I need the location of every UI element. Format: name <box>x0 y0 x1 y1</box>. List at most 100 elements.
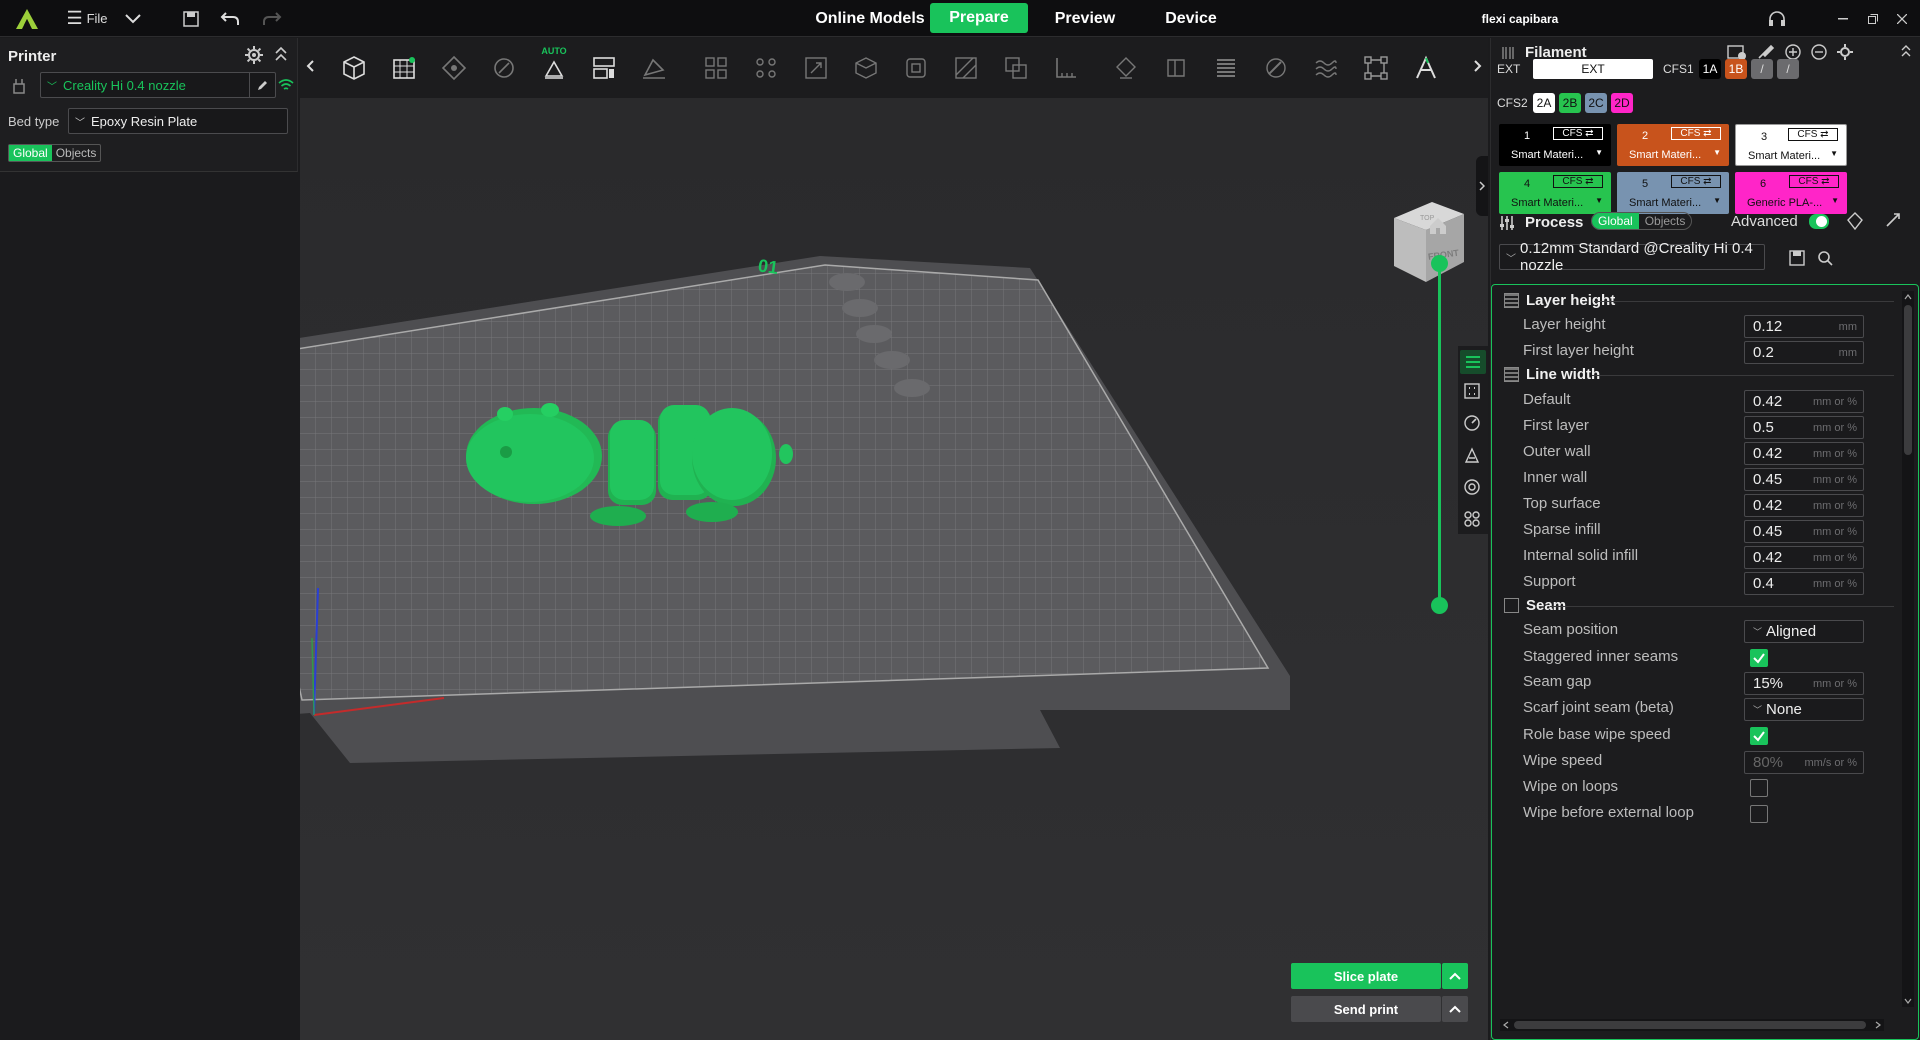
setting-input[interactable]: 0.42 mm or % <box>1744 390 1864 413</box>
setting-checkbox[interactable] <box>1750 727 1768 745</box>
layer-slider-track[interactable] <box>1438 258 1441 606</box>
setting-input[interactable]: 15% mm or % <box>1744 672 1864 695</box>
scroll-right-icon[interactable] <box>1872 1019 1884 1031</box>
setting-input[interactable]: 0.12 mm <box>1744 315 1864 338</box>
compare-icon[interactable] <box>1847 212 1863 230</box>
others-tab-icon[interactable] <box>1463 510 1481 528</box>
cfs1-slot-3[interactable]: / <box>1751 59 1773 79</box>
scale-icon[interactable] <box>796 48 836 88</box>
layer-slider-bottom-handle[interactable] <box>1431 597 1448 614</box>
brush-icon[interactable] <box>1757 44 1775 60</box>
support-tab-icon[interactable] <box>1463 446 1481 464</box>
advanced-toggle[interactable] <box>1809 214 1829 229</box>
send-dropdown-button[interactable] <box>1442 996 1468 1022</box>
filament-slot-1[interactable]: 1 CFS ⇄ Smart Materi... ▼ <box>1499 124 1611 166</box>
layflat-icon[interactable] <box>634 48 674 88</box>
support-headset-icon[interactable] <box>1762 0 1792 37</box>
seam-paint-icon[interactable] <box>1156 48 1196 88</box>
orient-icon[interactable] <box>434 48 474 88</box>
edit-pencil-icon[interactable] <box>249 73 275 97</box>
measure-icon[interactable] <box>1046 48 1086 88</box>
horizontal-scroll-thumb[interactable] <box>1514 1021 1866 1029</box>
scroll-up-icon[interactable] <box>1903 291 1913 303</box>
3d-viewport[interactable]: 01 TOP FRONT Slice plate Send print <box>300 98 1488 1040</box>
toggle-global[interactable]: Global <box>9 145 52 161</box>
ext-filament-select[interactable]: EXT <box>1533 59 1653 79</box>
slot-material-select[interactable]: Smart Materi... <box>1629 149 1701 161</box>
slice-plate-button[interactable]: Slice plate <box>1291 963 1441 989</box>
scroll-down-icon[interactable] <box>1903 995 1913 1007</box>
setting-input[interactable]: 0.2 mm <box>1744 341 1864 364</box>
minimize-button[interactable] <box>1830 0 1856 37</box>
add-filament-icon[interactable] <box>1785 44 1801 60</box>
collapse-left-icon[interactable] <box>306 60 314 72</box>
auto-orient-icon[interactable]: AUTO <box>534 46 574 88</box>
setting-input[interactable]: 0.42 mm or % <box>1744 546 1864 569</box>
speed-tab-icon[interactable] <box>1463 414 1481 432</box>
cfs-switch-button[interactable]: CFS ⇄ <box>1788 128 1838 141</box>
setting-input[interactable]: 0.5 mm or % <box>1744 416 1864 439</box>
bed-type-select[interactable]: ﹀ Epoxy Resin Plate <box>68 108 288 134</box>
scroll-left-icon[interactable] <box>1500 1019 1512 1031</box>
boolean-icon[interactable] <box>996 48 1036 88</box>
add-plate-icon[interactable] <box>384 48 424 88</box>
cfs2-slot-4[interactable]: 2D <box>1611 93 1633 113</box>
cfs-switch-button[interactable]: CFS ⇄ <box>1789 175 1839 188</box>
search-icon[interactable] <box>1817 250 1833 266</box>
remove-filament-icon[interactable] <box>1811 44 1827 60</box>
dots-grid-icon[interactable] <box>746 48 786 88</box>
multimaterial-tab-icon[interactable] <box>1463 478 1481 496</box>
collapse-sidebar-handle[interactable] <box>1476 156 1488 216</box>
setting-checkbox[interactable] <box>1750 805 1768 823</box>
arrange-icon[interactable] <box>484 48 524 88</box>
setting-checkbox[interactable] <box>1750 779 1768 797</box>
slot-material-select[interactable]: Smart Materi... <box>1511 197 1583 209</box>
setting-input[interactable]: 0.45 mm or % <box>1744 520 1864 543</box>
toggle-objects[interactable]: Objects <box>52 145 101 161</box>
scroll-thumb[interactable] <box>1904 305 1912 455</box>
fuzzy-skin-icon[interactable] <box>1306 48 1346 88</box>
add-model-icon[interactable] <box>334 48 374 88</box>
redo-icon[interactable] <box>258 0 286 37</box>
layers-icon[interactable] <box>1206 48 1246 88</box>
close-button[interactable] <box>1888 0 1916 37</box>
settings-scrollbar[interactable] <box>1902 291 1914 1007</box>
cube-view-icon[interactable] <box>846 48 886 88</box>
restore-button[interactable] <box>1860 0 1886 37</box>
home-icon[interactable] <box>1428 217 1448 235</box>
cfs-switch-button[interactable]: CFS ⇄ <box>1553 175 1603 188</box>
chevron-down-icon[interactable] <box>120 0 146 37</box>
horizontal-scrollbar[interactable] <box>1500 1019 1884 1031</box>
filament-slot-4[interactable]: 4 CFS ⇄ Smart Materi... ▼ <box>1499 172 1611 214</box>
setting-input[interactable]: 0.45 mm or % <box>1744 468 1864 491</box>
support-paint-icon[interactable] <box>1106 48 1146 88</box>
strength-tab-icon[interactable] <box>1463 382 1481 400</box>
slot-material-select[interactable]: Smart Materi... <box>1629 197 1701 209</box>
setting-input[interactable]: 80% mm/s or % <box>1744 751 1864 774</box>
tab-prepare[interactable]: Prepare <box>930 3 1028 33</box>
tab-online-models[interactable]: Online Models <box>812 0 928 37</box>
filament-slot-6[interactable]: 6 CFS ⇄ Generic PLA-... ▼ <box>1735 172 1847 214</box>
file-menu-button[interactable]: ☰ File <box>62 0 112 37</box>
cfs-switch-button[interactable]: CFS ⇄ <box>1553 127 1603 140</box>
color-paint-icon[interactable] <box>1256 48 1296 88</box>
view-cube[interactable]: TOP FRONT <box>1382 200 1466 284</box>
slot-material-select[interactable]: Generic PLA-... <box>1747 197 1822 209</box>
filament-slot-3[interactable]: 3 CFS ⇄ Smart Materi... ▼ <box>1735 124 1847 166</box>
cfs2-slot-3[interactable]: 2C <box>1585 93 1607 113</box>
save-icon[interactable] <box>178 0 204 37</box>
slot-material-select[interactable]: Smart Materi... <box>1748 150 1820 162</box>
setting-input[interactable]: 0.42 mm or % <box>1744 442 1864 465</box>
setting-input[interactable]: 0.42 mm or % <box>1744 494 1864 517</box>
cfs1-slot-4[interactable]: / <box>1777 59 1799 79</box>
process-toggle-objects[interactable]: Objects <box>1639 213 1692 229</box>
setting-select[interactable]: ﹀ None <box>1744 698 1864 721</box>
cfs-switch-button[interactable]: CFS ⇄ <box>1671 127 1721 140</box>
setting-select[interactable]: ﹀ Aligned <box>1744 620 1864 643</box>
filament-slot-2[interactable]: 2 CFS ⇄ Smart Materi... ▼ <box>1617 124 1729 166</box>
link-icon[interactable] <box>1885 212 1901 228</box>
slot-material-select[interactable]: Smart Materi... <box>1511 149 1583 161</box>
quality-tab-icon[interactable] <box>1460 350 1486 374</box>
undo-icon[interactable] <box>216 0 244 37</box>
cfs1-slot-2[interactable]: 1B <box>1725 59 1747 79</box>
